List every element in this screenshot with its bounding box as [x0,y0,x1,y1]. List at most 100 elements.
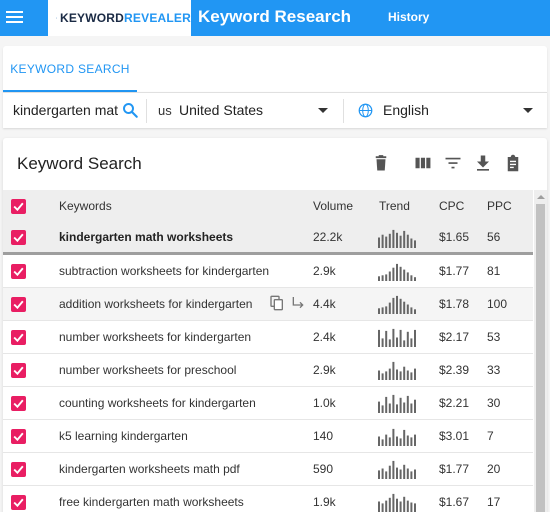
trend-bar [399,298,402,314]
row-checkbox[interactable] [11,230,26,245]
keyword-cell[interactable]: number worksheets for kindergarten [59,330,251,344]
search-divider [146,99,147,123]
row-checkbox[interactable] [11,330,26,345]
subdirectory-arrow-icon[interactable] [290,295,306,311]
trend-bar [392,229,395,248]
filter-icon[interactable] [444,154,462,172]
copy-icon[interactable] [269,295,285,311]
scrollbar-thumb[interactable] [536,204,545,512]
trend-bar [396,498,398,512]
trend-bar [378,401,380,413]
ppc-cell: 56 [487,230,501,244]
country-name: United States [179,102,264,118]
col-header-ppc[interactable]: PPC [487,199,512,213]
trend-sparkline [378,361,416,380]
table-row[interactable]: number worksheets for preschool 2.9k $2.39… [3,354,533,387]
table-row[interactable]: counting worksheets for kindergarten 1.0k… [3,387,533,420]
trend-bar [388,403,391,413]
row-checkbox[interactable] [11,429,26,444]
ppc-cell: 33 [487,363,501,377]
volume-cell: 2.9k [313,264,336,278]
nav-history-link[interactable]: History [388,10,429,24]
keyword-cell[interactable]: counting worksheets for kindergarten [59,396,256,410]
keyword-cell[interactable]: kindergarten worksheets math pdf [59,462,240,476]
cpc-cell: $1.77 [439,264,470,278]
row-checkbox[interactable] [11,264,26,279]
table-row[interactable]: number worksheets for kindergarten 2.4k $2… [3,321,533,354]
delete-icon[interactable] [372,154,390,172]
trend-bar [378,308,380,314]
col-header-keywords[interactable]: Keywords [59,199,112,213]
trend-bar [388,368,391,380]
trend-bar [381,405,384,413]
trend-bar [403,429,406,446]
vertical-scrollbar[interactable] [534,190,547,512]
menu-icon[interactable] [3,5,27,29]
table-row[interactable]: free kindergarten math worksheets 1.9k $1.… [3,486,533,512]
trend-bar [414,240,416,248]
trend-bar [378,470,380,479]
keyword-cell[interactable]: addition worksheets for kindergarten [59,297,252,311]
col-header-trend[interactable]: Trend [379,199,410,213]
trend-bar [378,237,380,248]
trend-bar [406,234,409,248]
row-checkbox[interactable] [11,297,26,312]
volume-cell: 2.4k [313,330,336,344]
table-row[interactable]: kindergarten worksheets math pdf 590 $1.77… [3,453,533,486]
ppc-cell: 20 [487,462,501,476]
search-icon[interactable] [121,101,139,119]
country-divider [343,99,344,123]
clipboard-icon[interactable] [504,154,522,172]
download-icon[interactable] [474,154,492,172]
col-header-volume[interactable]: Volume [313,199,353,213]
table-row[interactable]: addition worksheets for kindergarten 4.4k… [3,288,533,321]
trend-bar [385,306,388,314]
select-all-checkbox[interactable] [11,199,26,214]
tab-keyword-search[interactable]: KEYWORD SEARCH [3,46,137,92]
trend-bar [410,437,413,446]
keyword-cell[interactable]: free kindergarten math worksheets [59,495,244,509]
keyword-cell[interactable]: subtraction worksheets for kindergarten [59,264,269,278]
trend-bar [403,230,406,248]
trend-bar [381,468,384,479]
trend-bar [406,331,409,347]
row-checkbox[interactable] [11,462,26,477]
cpc-cell: $2.21 [439,396,470,410]
keyword-cell[interactable]: kindergarten math worksheets [59,230,233,244]
row-checkbox[interactable] [11,495,26,510]
trend-sparkline [378,460,416,479]
row-checkbox[interactable] [11,363,26,378]
trend-sparkline [378,394,416,413]
logo[interactable]: KEYWORDREVEALER [48,0,191,36]
trend-bar [414,469,416,479]
trend-bar [414,399,416,413]
volume-cell: 1.0k [313,396,336,410]
col-header-cpc[interactable]: CPC [439,199,464,213]
table-row[interactable]: k5 learning kindergarten 140 $3.01 7 [3,420,533,453]
table-row[interactable]: subtraction worksheets for kindergarten 2… [3,255,533,288]
ppc-cell: 81 [487,264,501,278]
trend-bar [385,500,388,512]
trend-bar [385,396,388,413]
cpc-cell: $1.67 [439,495,470,509]
ppc-cell: 17 [487,495,501,509]
columns-icon[interactable] [414,154,432,172]
keyword-search-input[interactable] [13,102,119,118]
trend-bar [388,302,391,314]
volume-cell: 140 [313,429,334,443]
trend-bar [396,404,398,413]
row-checkbox[interactable] [11,396,26,411]
top-app-bar: KEYWORDREVEALER Keyword Research History [0,0,550,36]
app-root: KEYWORDREVEALER Keyword Research History… [0,0,550,512]
keyword-cell[interactable]: k5 learning kindergarten [59,429,188,443]
tabs-bar: KEYWORD SEARCH [3,46,547,92]
keyword-cell[interactable]: number worksheets for preschool [59,363,236,377]
table-row[interactable]: kindergarten math worksheets 22.2k $1.65 56 [3,222,533,255]
ppc-cell: 30 [487,396,501,410]
scroll-up-arrow-icon[interactable] [537,195,545,199]
trend-bar [388,271,391,281]
logo-text: KEYWORDREVEALER [60,11,191,25]
trend-bar [396,263,398,281]
table-header: Keywords Volume Trend CPC PPC [3,190,533,222]
trend-bar [406,500,409,512]
